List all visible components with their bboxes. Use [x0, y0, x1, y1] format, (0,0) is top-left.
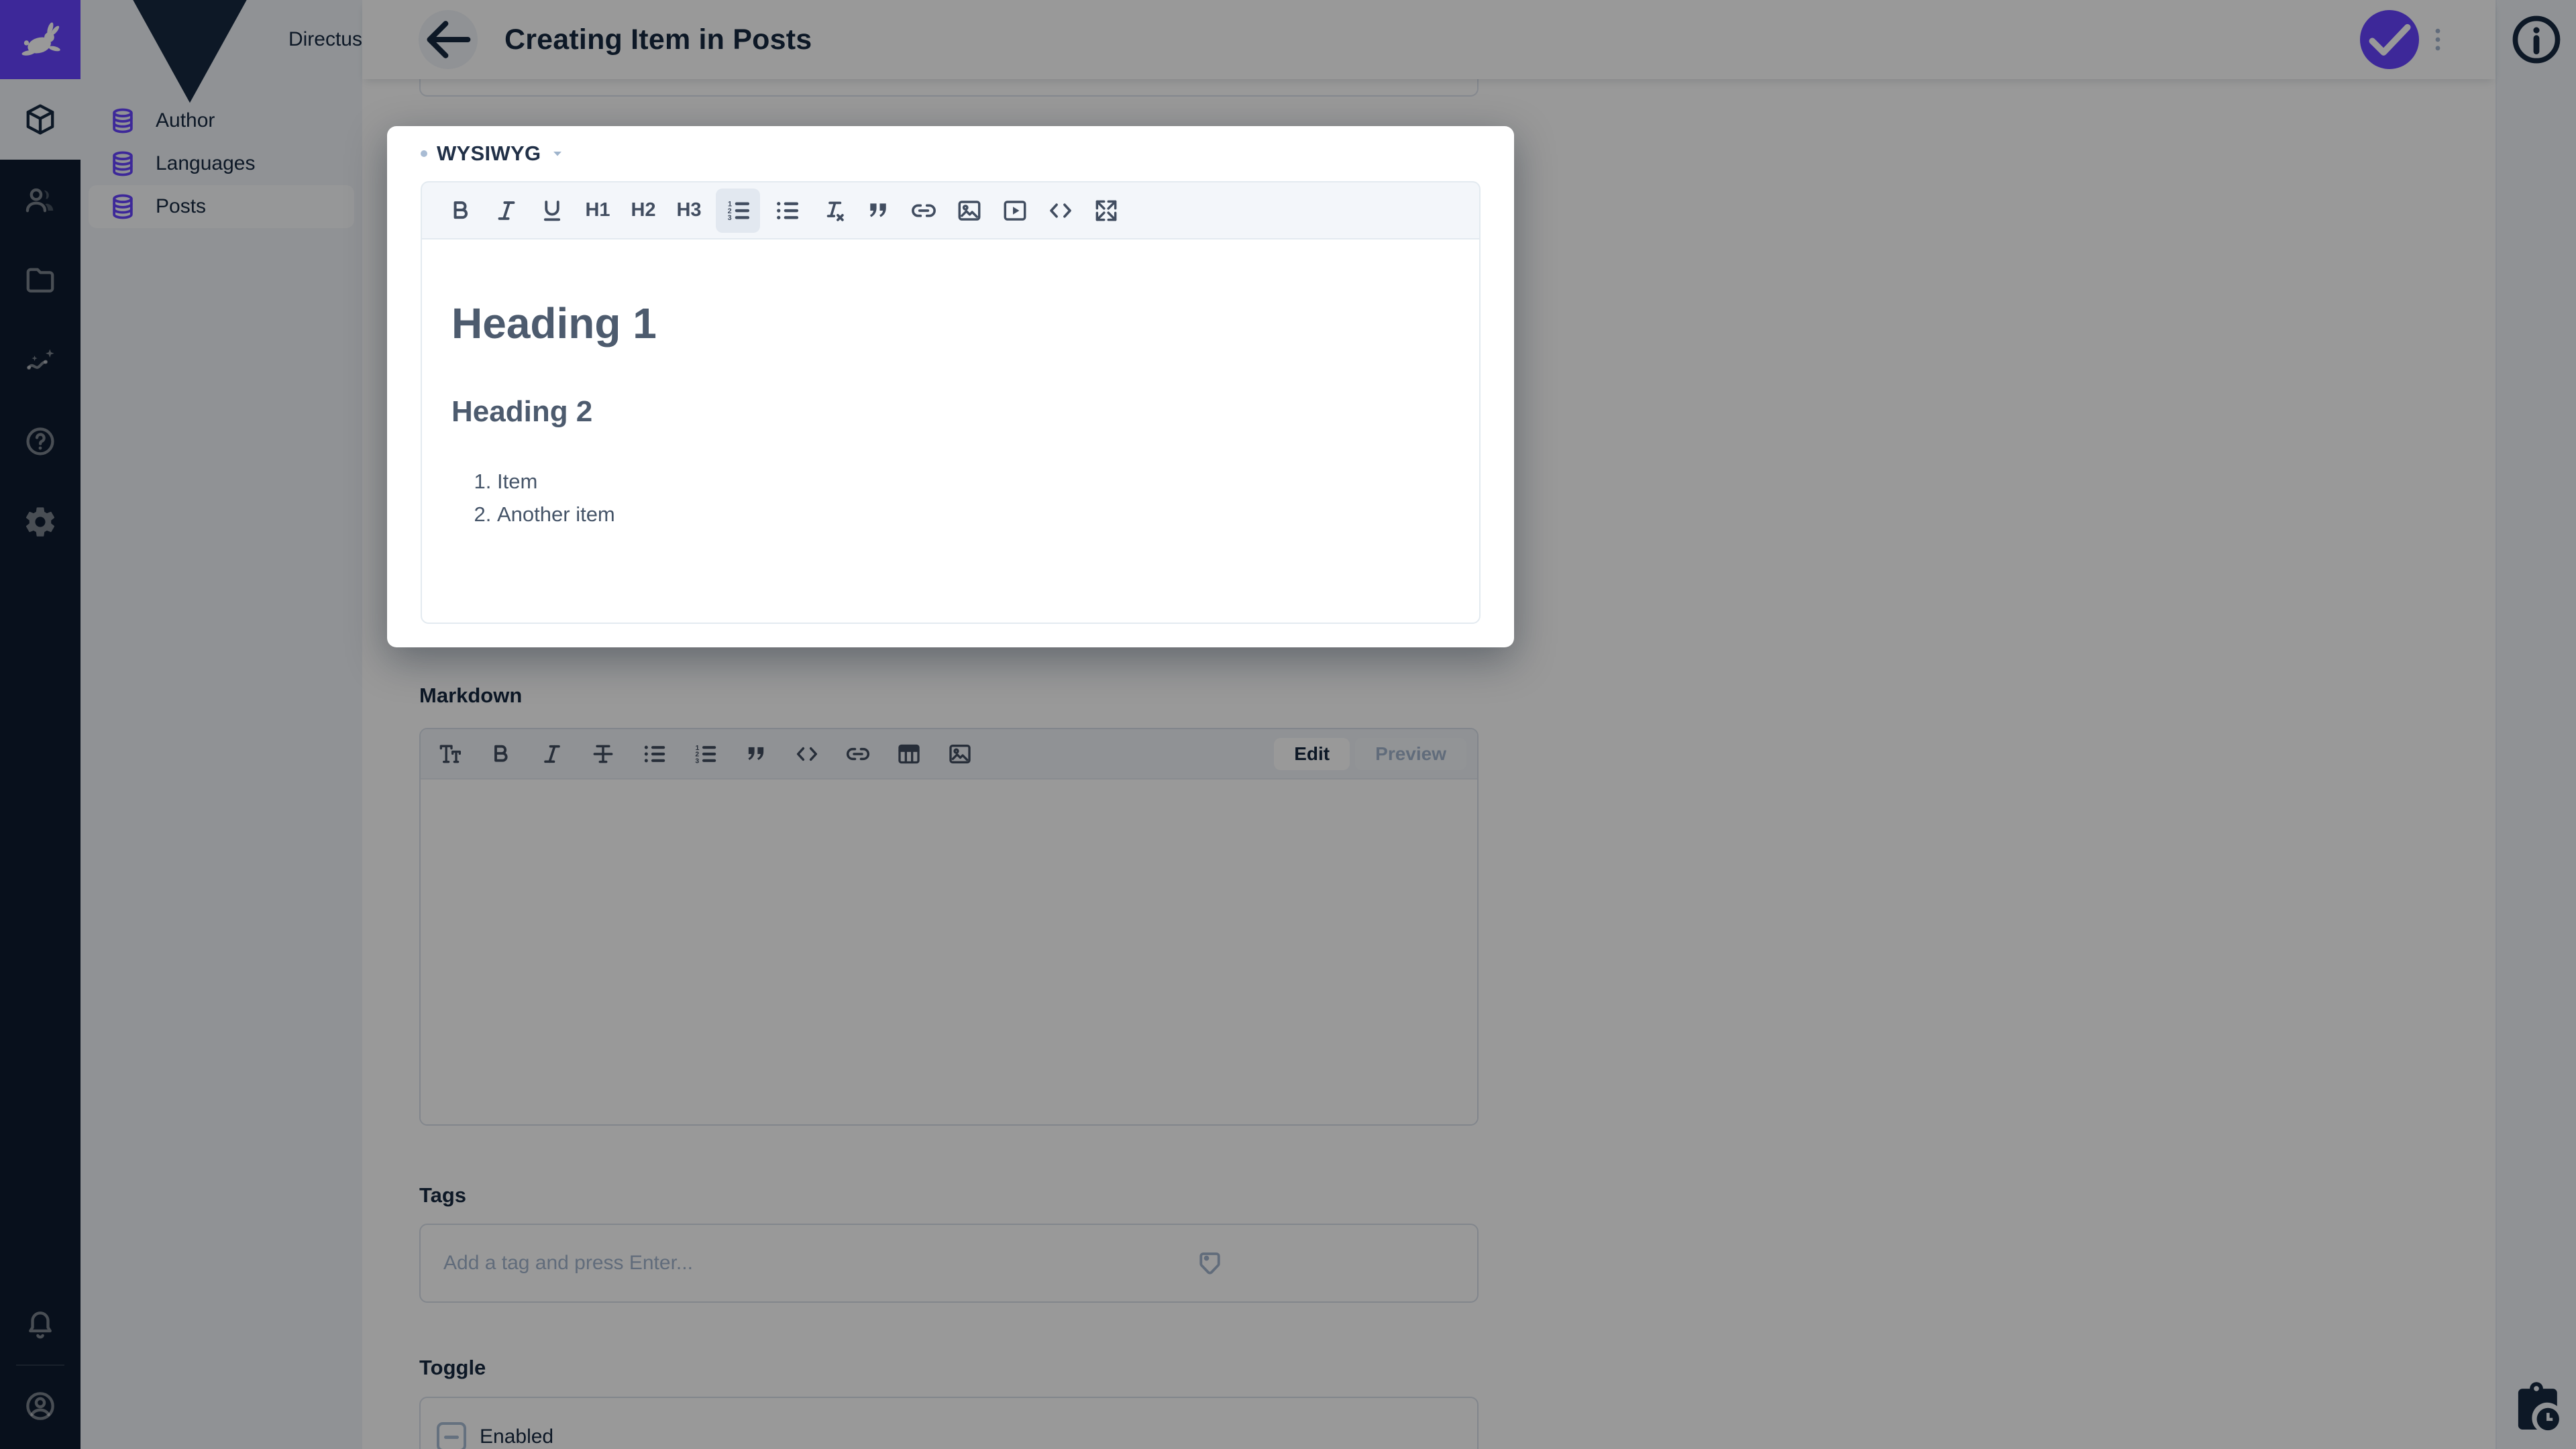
underline-button[interactable]: [533, 192, 571, 229]
blockquote-button[interactable]: [859, 192, 897, 229]
h2-button[interactable]: H2: [625, 192, 662, 229]
chevron-down-icon[interactable]: [549, 145, 566, 162]
image-icon: [958, 200, 981, 221]
video-button[interactable]: [996, 192, 1034, 229]
h1-button[interactable]: H1: [579, 192, 616, 229]
italic-button[interactable]: [488, 192, 525, 229]
wysiwyg-editor-area[interactable]: Heading 1 Heading 2 ItemAnother item: [421, 238, 1481, 624]
code-button[interactable]: [1042, 192, 1079, 229]
expand-icon: [1095, 200, 1117, 221]
clear-format-button[interactable]: [814, 192, 851, 229]
ordered-list-button[interactable]: 123: [716, 188, 760, 233]
svg-text:3: 3: [728, 214, 732, 222]
editor-heading2: Heading 2: [451, 395, 593, 428]
wysiwyg-field-label: WYSIWYG: [437, 142, 541, 165]
bullet-list-button[interactable]: [768, 192, 806, 229]
fullscreen-button[interactable]: [1087, 192, 1125, 229]
code-icon: [1050, 203, 1071, 218]
ordered-list-icon: 123: [728, 200, 750, 222]
wysiwyg-label-row: WYSIWYG: [421, 126, 1481, 166]
editor-ordered-list: ItemAnother item: [451, 465, 1450, 531]
quote-icon: [869, 203, 886, 217]
h3-button[interactable]: H3: [670, 192, 708, 229]
list-item: Another item: [497, 498, 1450, 531]
video-icon: [1004, 200, 1026, 221]
link-button[interactable]: [905, 192, 943, 229]
app-window: Directus Author Languages Posts Creating I…: [0, 0, 2576, 1449]
wysiwyg-field-card: WYSIWYG H1H2H3 123 Heading 1 Heading 2 It…: [387, 126, 1514, 647]
image-button[interactable]: [951, 192, 988, 229]
list-item: Item: [497, 465, 1450, 498]
bold-icon: [453, 201, 468, 219]
link-icon: [912, 203, 936, 217]
edited-state-dot: [421, 150, 427, 157]
caret-down-icon: [553, 151, 562, 156]
underline-icon: [543, 200, 561, 221]
clear-format-icon: [826, 201, 844, 221]
editor-heading1: Heading 1: [451, 299, 657, 347]
bullet-list-icon: [777, 201, 799, 219]
wysiwyg-toolbar: H1 H2 H3 1 2 3: [421, 181, 1481, 238]
italic-icon: [498, 201, 515, 220]
bold-button[interactable]: [442, 192, 480, 229]
